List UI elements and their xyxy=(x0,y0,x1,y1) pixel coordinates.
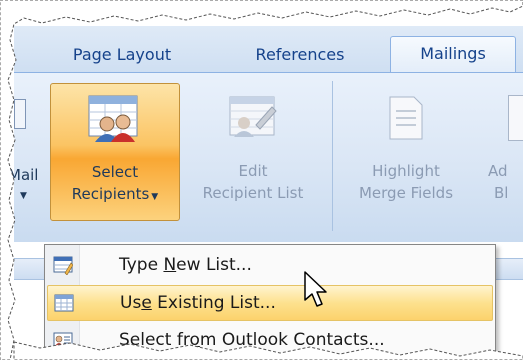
select-recipients-button[interactable]: Select Recipients ▼ xyxy=(50,83,180,221)
menu-item-type-new-list[interactable]: Type New List... xyxy=(47,248,491,282)
menu-item-use-existing-list[interactable]: Use Existing List... xyxy=(47,285,493,321)
group-separator xyxy=(332,81,333,231)
contact-card-icon xyxy=(53,332,73,348)
edit-recipient-list-button[interactable]: Edit Recipient List xyxy=(184,83,322,219)
edit-list-icon xyxy=(229,96,277,137)
menu-item-label: Use Existing List... xyxy=(120,293,276,313)
tab-mailings[interactable]: Mailings xyxy=(390,36,516,73)
highlight-label: Highlight xyxy=(372,162,440,180)
select-label: Select xyxy=(91,163,139,181)
recipients-label: Recipients xyxy=(71,185,150,203)
block-label-fragment: Bl xyxy=(494,184,509,202)
ribbon-body: Mail ▼ Select Recipients ▼ Edit Recipien… xyxy=(8,72,523,243)
ribbon-tab-strip: Page Layout References Mailings xyxy=(14,26,523,73)
recipient-list-label: Recipient List xyxy=(202,184,304,202)
word-ribbon-screenshot: Page Layout References Mailings Mail ▼ S… xyxy=(0,0,523,360)
menu-item-label: Type New List... xyxy=(119,255,252,275)
highlight-merge-fields-button[interactable]: Highlight Merge Fields xyxy=(336,83,476,219)
chevron-down-icon: ▼ xyxy=(20,191,27,201)
tab-page-layout[interactable]: Page Layout xyxy=(58,38,186,72)
mail-label: Mail xyxy=(8,166,39,184)
menu-item-select-from-outlook[interactable]: Select from Outlook Contacts... xyxy=(47,323,491,357)
partial-document-icon xyxy=(508,95,523,141)
document-icon xyxy=(389,96,423,140)
edit-label: Edit xyxy=(238,162,268,180)
merge-fields-label: Merge Fields xyxy=(358,184,454,202)
menu-item-label: Select from Outlook Contacts... xyxy=(119,330,385,350)
recipients-list-icon xyxy=(88,95,138,142)
existing-list-icon xyxy=(54,294,74,312)
partial-envelope-icon xyxy=(14,99,26,129)
address-label-fragment: Ad xyxy=(488,162,508,180)
new-list-icon xyxy=(53,256,73,275)
mail-button-fragment[interactable]: Mail ▼ xyxy=(8,165,44,207)
mouse-pointer-icon xyxy=(304,271,327,307)
tab-references[interactable]: References xyxy=(244,38,356,72)
address-block-button-fragment[interactable]: Ad Bl xyxy=(482,83,523,219)
select-recipients-menu: Type New List... Use Existing List... Se… xyxy=(44,244,496,360)
chevron-down-icon: ▼ xyxy=(151,192,159,202)
